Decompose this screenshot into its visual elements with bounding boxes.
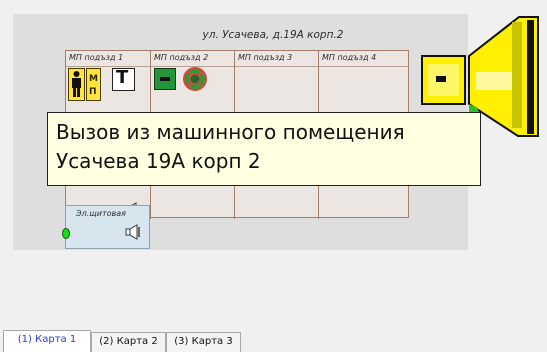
entrance-label: МП подъзд 3 <box>238 53 293 62</box>
status-dot <box>62 228 70 239</box>
person-icon <box>68 68 85 101</box>
alarm-tooltip: Вызов из машинного помещения Усачева 19А… <box>47 112 481 186</box>
switchboard-label: Эл.щитовая <box>76 209 126 218</box>
machine-room-tile: М П <box>86 68 101 101</box>
map-address: ул. Усачева, д.19А корп.2 <box>202 29 344 41</box>
map-tabs: (1) Карта 1 (2) Карта 2 (3) Карта 3 <box>0 330 547 352</box>
green-status-icon <box>154 68 176 90</box>
tooltip-line-1: Вызов из машинного помещения <box>56 120 405 144</box>
tooltip-line-2: Усачева 19А корп 2 <box>56 149 261 173</box>
tab-map-3[interactable]: (3) Карта 3 <box>166 332 241 352</box>
entrance-label: МП подъзд 2 <box>154 53 209 62</box>
speaker-icon <box>121 223 143 241</box>
radar-icon <box>183 67 207 91</box>
switchboard-block[interactable]: Эл.щитовая <box>62 205 150 249</box>
t-tile-icon: Т <box>112 67 135 91</box>
entrance-label: МП подъзд 4 <box>322 53 377 62</box>
entrance-label: МП подъзд 1 <box>69 53 124 62</box>
tab-map-2[interactable]: (2) Карта 2 <box>91 332 166 352</box>
tab-map-1[interactable]: (1) Карта 1 <box>3 330 91 352</box>
